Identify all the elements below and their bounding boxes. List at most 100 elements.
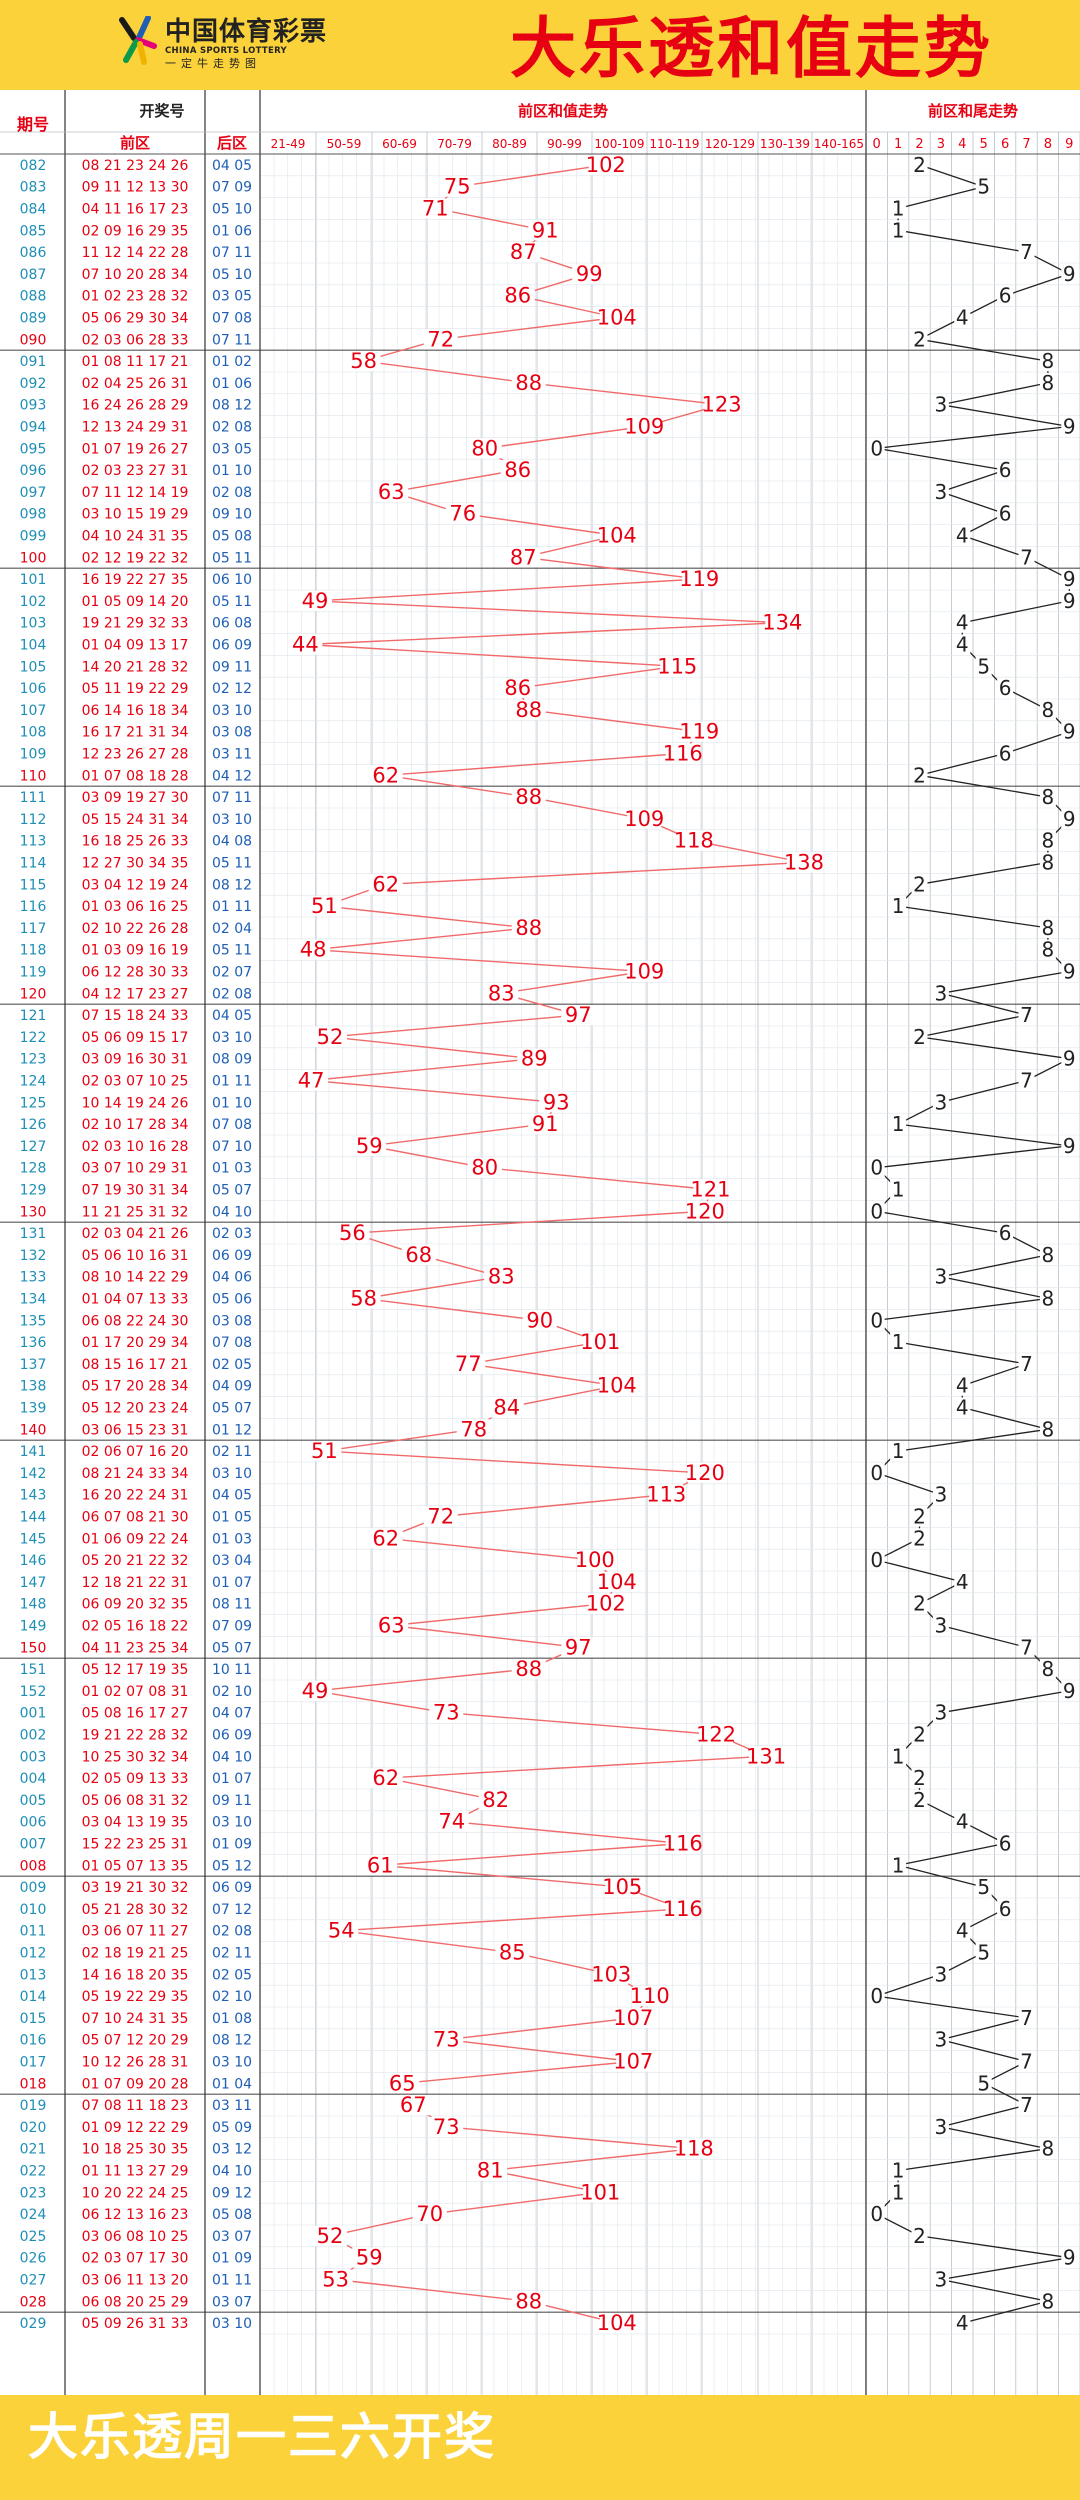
front-numbers: 16 18 25 26 33 xyxy=(82,834,189,850)
tail-point: 7 xyxy=(1020,2006,1033,2030)
back-numbers: 01 11 xyxy=(212,2273,252,2289)
tail-point: 3 xyxy=(935,480,948,504)
sum-point: 131 xyxy=(746,1744,786,1768)
front-numbers: 09 11 12 13 30 xyxy=(82,180,189,196)
sum-point: 118 xyxy=(674,2137,714,2161)
sum-range-label: 50-59 xyxy=(327,137,362,151)
sum-point: 80 xyxy=(471,436,498,460)
front-numbers: 05 20 21 22 32 xyxy=(82,1553,189,1569)
tail-point: 3 xyxy=(935,2115,948,2139)
tail-point: 6 xyxy=(999,502,1012,526)
tail-point: 1 xyxy=(892,197,905,221)
sum-point: 80 xyxy=(471,1156,498,1180)
footer-banner: 大乐透周一三六开奖 xyxy=(0,2395,1080,2500)
back-numbers: 04 05 xyxy=(212,1488,252,1504)
sum-range-label: 80-89 xyxy=(492,137,527,151)
sum-point: 85 xyxy=(499,1941,526,1965)
issue-number: 016 xyxy=(20,2033,47,2049)
issue-number: 138 xyxy=(20,1379,47,1395)
back-numbers: 03 04 xyxy=(212,1553,252,1569)
sum-point: 88 xyxy=(515,1657,542,1681)
issue-number: 151 xyxy=(20,1662,47,1678)
issue-number: 005 xyxy=(20,1793,47,1809)
tail-point: 2 xyxy=(913,763,926,787)
back-numbers: 02 10 xyxy=(212,1989,252,2005)
tail-point: 4 xyxy=(956,306,969,330)
back-numbers: 03 10 xyxy=(212,812,252,828)
tail-point: 6 xyxy=(999,284,1012,308)
front-numbers: 01 04 07 13 33 xyxy=(82,1292,189,1308)
sum-point: 109 xyxy=(624,960,664,984)
sum-point: 75 xyxy=(444,175,471,199)
sum-point: 102 xyxy=(586,1592,626,1616)
front-numbers: 07 10 20 28 34 xyxy=(82,267,189,283)
front-numbers: 04 11 16 17 23 xyxy=(82,202,189,218)
front-numbers: 07 15 18 24 33 xyxy=(82,1008,189,1024)
front-numbers: 05 12 17 19 35 xyxy=(82,1662,189,1678)
issue-number: 021 xyxy=(20,2142,47,2158)
front-numbers: 05 06 09 15 17 xyxy=(82,1030,189,1046)
front-numbers: 05 15 24 31 34 xyxy=(82,812,189,828)
back-numbers: 03 07 xyxy=(212,2229,252,2245)
sum-point: 48 xyxy=(300,938,327,962)
back-numbers: 07 12 xyxy=(212,1902,252,1918)
tail-point: 2 xyxy=(913,327,926,351)
issue-number: 090 xyxy=(20,332,47,348)
tail-point: 4 xyxy=(956,1919,969,1943)
front-numbers: 01 04 09 13 17 xyxy=(82,638,189,654)
issue-number: 009 xyxy=(20,1880,47,1896)
issue-number: 140 xyxy=(20,1422,47,1438)
tail-point: 4 xyxy=(956,633,969,657)
back-numbers: 05 07 xyxy=(212,1640,252,1656)
tail-point: 6 xyxy=(999,458,1012,482)
sum-point: 54 xyxy=(328,1919,355,1943)
tail-point: 4 xyxy=(956,611,969,635)
tail-point: 8 xyxy=(1042,2289,1055,2313)
sum-point: 102 xyxy=(586,153,626,177)
sum-point: 104 xyxy=(597,2311,637,2335)
back-numbers: 02 05 xyxy=(212,1357,252,1373)
front-numbers: 10 12 26 28 31 xyxy=(82,2055,189,2071)
back-numbers: 02 07 xyxy=(212,965,252,981)
sum-point: 61 xyxy=(367,1853,394,1877)
issue-number: 010 xyxy=(20,1902,47,1918)
tail-point: 3 xyxy=(935,1701,948,1725)
front-numbers: 06 08 20 25 29 xyxy=(82,2294,189,2310)
back-numbers: 07 11 xyxy=(212,332,252,348)
tail-digit-label: 6 xyxy=(1001,137,1009,152)
back-numbers: 01 07 xyxy=(212,1771,252,1787)
front-numbers: 10 14 19 24 26 xyxy=(82,1095,189,1111)
sum-point: 49 xyxy=(302,589,329,613)
back-numbers: 02 08 xyxy=(212,986,252,1002)
lottery-logo-icon xyxy=(119,16,157,65)
issue-number: 114 xyxy=(20,856,47,872)
sum-point: 99 xyxy=(576,262,603,286)
tail-point: 7 xyxy=(1020,240,1033,264)
issue-number: 093 xyxy=(20,398,47,414)
front-numbers: 03 04 13 19 35 xyxy=(82,1815,189,1831)
sum-point: 72 xyxy=(427,1505,454,1529)
front-numbers: 16 20 22 24 31 xyxy=(82,1488,189,1504)
front-numbers: 05 19 22 29 35 xyxy=(82,1989,189,2005)
back-numbers: 06 09 xyxy=(212,1880,252,1896)
tail-point: 2 xyxy=(913,1592,926,1616)
sum-point: 47 xyxy=(298,1069,325,1093)
tail-point: 4 xyxy=(956,1570,969,1594)
front-numbers: 01 07 08 18 28 xyxy=(82,768,189,784)
sum-point: 104 xyxy=(597,306,637,330)
sum-point: 88 xyxy=(515,785,542,809)
front-numbers: 02 05 16 18 22 xyxy=(82,1619,189,1635)
back-numbers: 09 11 xyxy=(212,1793,252,1809)
sum-range-label: 100-109 xyxy=(594,137,644,151)
sum-point: 74 xyxy=(438,1810,465,1834)
front-numbers: 05 06 29 30 34 xyxy=(82,311,189,327)
sum-range-label: 140-165 xyxy=(814,137,864,151)
sum-point: 87 xyxy=(510,240,537,264)
back-numbers: 08 12 xyxy=(212,2033,252,2049)
back-numbers: 04 05 xyxy=(212,1008,252,1024)
sum-point: 103 xyxy=(591,1962,631,1986)
sum-point: 118 xyxy=(674,829,714,853)
tail-point: 6 xyxy=(999,1832,1012,1856)
issue-number: 102 xyxy=(20,594,47,610)
issue-number: 013 xyxy=(20,1967,47,1983)
